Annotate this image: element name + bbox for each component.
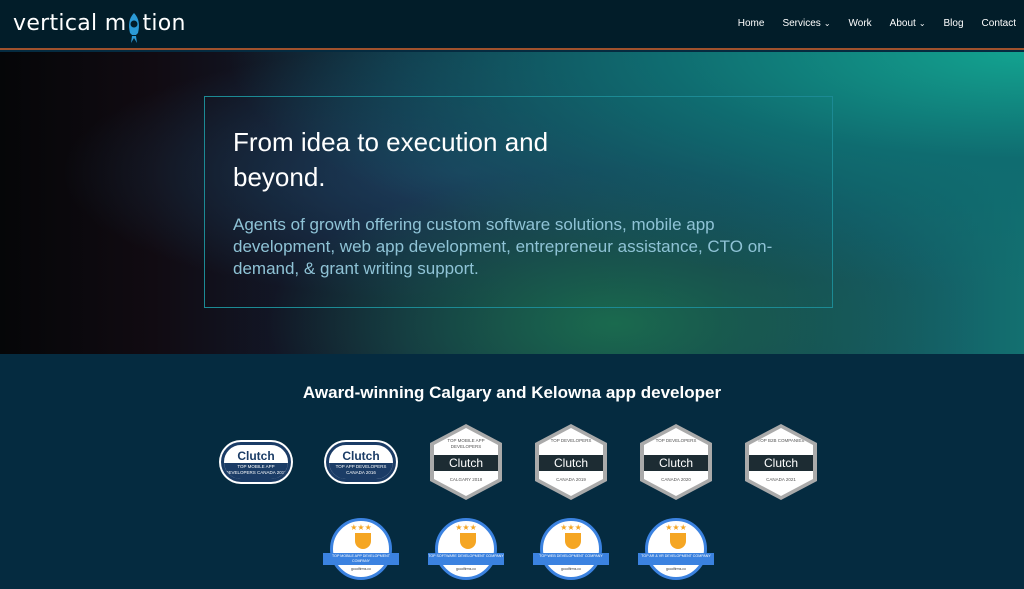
badge-text: TOP MOBILE APP DEVELOPERS: [447, 438, 485, 449]
nav-work[interactable]: Work: [849, 18, 872, 29]
clutch-badge: Clutch TOP MOBILE APP DEVELOPERS CANADA 2…: [221, 442, 291, 482]
goodfirms-badge: ★★★ TOP AR & VR DEVELOPMENT COMPANY goodfi…: [638, 518, 714, 580]
nav-about[interactable]: About ⌄: [890, 18, 926, 29]
logo[interactable]: vertical m tion: [13, 8, 186, 43]
nav-blog[interactable]: Blog: [944, 18, 964, 29]
badge-text: TOP B2B COMPANIES: [757, 438, 805, 443]
badge-text: CANADA 2020: [661, 477, 691, 482]
clutch-badge: TOP DEVELOPERS Clutch CANADA 2019: [535, 424, 607, 500]
hero-box: From idea to execution and beyond. Agent…: [204, 96, 833, 308]
trophy-icon: [460, 533, 476, 549]
badge-brand: Clutch: [342, 449, 380, 463]
logo-text: tion: [142, 10, 186, 36]
goodfirms-badge: ★★★ TOP SOFTWARE DEVELOPMENT COMPANY goodf…: [428, 518, 504, 580]
badge-brand: Clutch: [434, 455, 498, 471]
chevron-down-icon: ⌄: [918, 19, 926, 28]
rocket-icon: [127, 13, 141, 43]
badge-text: CANADA 2019: [556, 477, 586, 482]
badge-brand: Clutch: [644, 455, 708, 471]
badge-text: TOP AR & VR DEVELOPMENT COMPANY: [638, 553, 714, 565]
chevron-down-icon: ⌄: [823, 19, 831, 28]
badge-brand: goodfirms.co: [455, 567, 477, 571]
main-menu: Home Services ⌄ Work About ⌄ Blog Contact: [738, 18, 1016, 29]
stars-icon: ★★★: [665, 523, 687, 532]
badge-text: TOP MOBILE APP DEVELOPERS CANADA 2018: [224, 463, 288, 479]
badge-brand: goodfirms.co: [665, 567, 687, 571]
badge-brand: goodfirms.co: [350, 567, 372, 571]
awards-title: Award-winning Calgary and Kelowna app de…: [302, 383, 722, 402]
badge-text: TOP DEVELOPERS: [550, 438, 592, 443]
trophy-icon: [670, 533, 686, 549]
clutch-badge: TOP DEVELOPERS Clutch CANADA 2020: [640, 424, 712, 500]
badge-text: TOP DEVELOPERS: [655, 438, 697, 443]
hero-section: From idea to execution and beyond. Agent…: [0, 52, 1024, 354]
badge-text: TOP APP DEVELOPERS CANADA 2016: [329, 463, 393, 479]
hero-subtitle: Agents of growth offering custom softwar…: [233, 215, 773, 278]
badge-text: TOP WEB DEVELOPMENT COMPANY: [533, 553, 609, 565]
badge-text: TOP SOFTWARE DEVELOPMENT COMPANY: [428, 553, 504, 565]
clutch-badge: TOP B2B COMPANIES Clutch CANADA 2021: [745, 424, 817, 500]
nav-contact[interactable]: Contact: [982, 18, 1016, 29]
stars-icon: ★★★: [560, 523, 582, 532]
badge-text: CANADA 2021: [766, 477, 796, 482]
nav-label: Services: [782, 18, 821, 29]
goodfirms-badge: ★★★ TOP WEB DEVELOPMENT COMPANY goodfirms.…: [533, 518, 609, 580]
clutch-badge: Clutch TOP APP DEVELOPERS CANADA 2016: [326, 442, 396, 482]
clutch-badge: TOP MOBILE APP DEVELOPERS Clutch CALGARY 2…: [430, 424, 502, 500]
hero-title: From idea to execution and beyond.: [233, 127, 549, 192]
badge-brand: Clutch: [539, 455, 603, 471]
goodfirms-badge: ★★★ TOP MOBILE APP DEVELOPMENT COMPANY goo…: [323, 518, 399, 580]
stars-icon: ★★★: [455, 523, 477, 532]
trophy-icon: [565, 533, 581, 549]
navbar: vertical m tion Home Services ⌄ Work Abou…: [0, 0, 1024, 50]
badge-brand: goodfirms.co: [560, 567, 582, 571]
badge-text: TOP MOBILE APP DEVELOPMENT COMPANY: [323, 553, 399, 565]
nav-services[interactable]: Services ⌄: [782, 18, 830, 29]
badge-brand: Clutch: [237, 449, 275, 463]
logo-text: vertical m: [13, 10, 127, 36]
stars-icon: ★★★: [350, 523, 372, 532]
badge-brand: Clutch: [749, 455, 813, 471]
nav-home[interactable]: Home: [738, 18, 765, 29]
badge-text: CALGARY 2018: [449, 477, 483, 482]
trophy-icon: [355, 533, 371, 549]
nav-label: About: [889, 18, 916, 29]
